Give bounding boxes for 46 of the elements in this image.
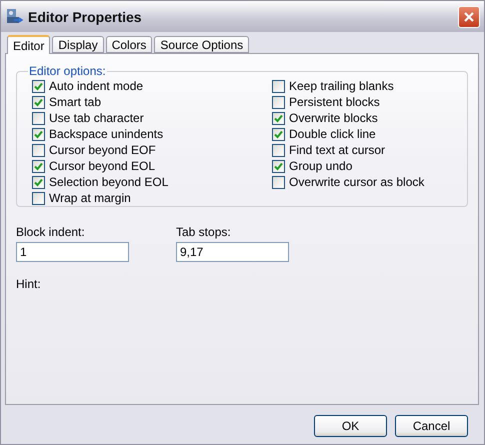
checkbox-label: Double click line	[289, 127, 376, 141]
checkbox[interactable]	[32, 192, 45, 204]
checkbox[interactable]	[272, 160, 285, 172]
cancel-button[interactable]: Cancel	[395, 415, 468, 437]
checkbox-label: Cursor beyond EOL	[49, 159, 156, 173]
checkbox[interactable]	[32, 160, 45, 172]
checkbox[interactable]	[32, 176, 45, 188]
checkbox[interactable]	[32, 128, 45, 140]
group-title: Editor options:	[28, 64, 107, 78]
checkbox-label: Auto indent mode	[49, 79, 144, 93]
tab[interactable]: Source Options	[154, 36, 250, 53]
checkbox-label: Backspace unindents	[49, 127, 164, 141]
hint-label: Hint:	[16, 277, 42, 291]
checkbox-label: Cursor beyond EOF	[49, 143, 156, 157]
close-button[interactable]	[458, 6, 480, 28]
checkbox[interactable]	[272, 144, 285, 156]
checkbox[interactable]	[32, 80, 45, 92]
checkbox-label: Overwrite blocks	[289, 111, 378, 125]
checkbox[interactable]	[272, 96, 285, 108]
checkbox-label: Keep trailing blanks	[289, 79, 394, 93]
window-title: Editor Properties	[28, 8, 143, 24]
checkbox[interactable]	[272, 176, 285, 188]
ok-button[interactable]: OK	[314, 415, 387, 437]
checkbox-label: Group undo	[289, 159, 352, 173]
checkbox-label: Persistent blocks	[289, 95, 380, 109]
close-icon	[463, 10, 475, 22]
checkbox-label: Overwrite cursor as block	[289, 175, 424, 189]
tab[interactable]: Editor	[7, 35, 50, 54]
input-field[interactable]: 1	[16, 242, 129, 262]
checkbox[interactable]	[272, 112, 285, 124]
checkbox-label: Use tab character	[49, 111, 144, 125]
tab[interactable]: Display	[52, 36, 104, 53]
field-label: Block indent:	[16, 225, 86, 239]
checkbox[interactable]	[272, 128, 285, 140]
input-field[interactable]: 9,17	[176, 242, 289, 262]
tab[interactable]: Colors	[106, 36, 152, 53]
checkbox[interactable]	[32, 112, 45, 124]
checkbox[interactable]	[272, 80, 285, 92]
checkbox-label: Smart tab	[49, 95, 102, 109]
checkbox[interactable]	[32, 144, 45, 156]
checkbox-label: Selection beyond EOL	[49, 175, 168, 189]
checkbox[interactable]	[32, 96, 45, 108]
checkbox-label: Wrap at margin	[49, 191, 131, 205]
app-icon	[6, 8, 23, 25]
checkbox-label: Find text at cursor	[289, 143, 386, 157]
field-label: Tab stops:	[176, 225, 232, 239]
